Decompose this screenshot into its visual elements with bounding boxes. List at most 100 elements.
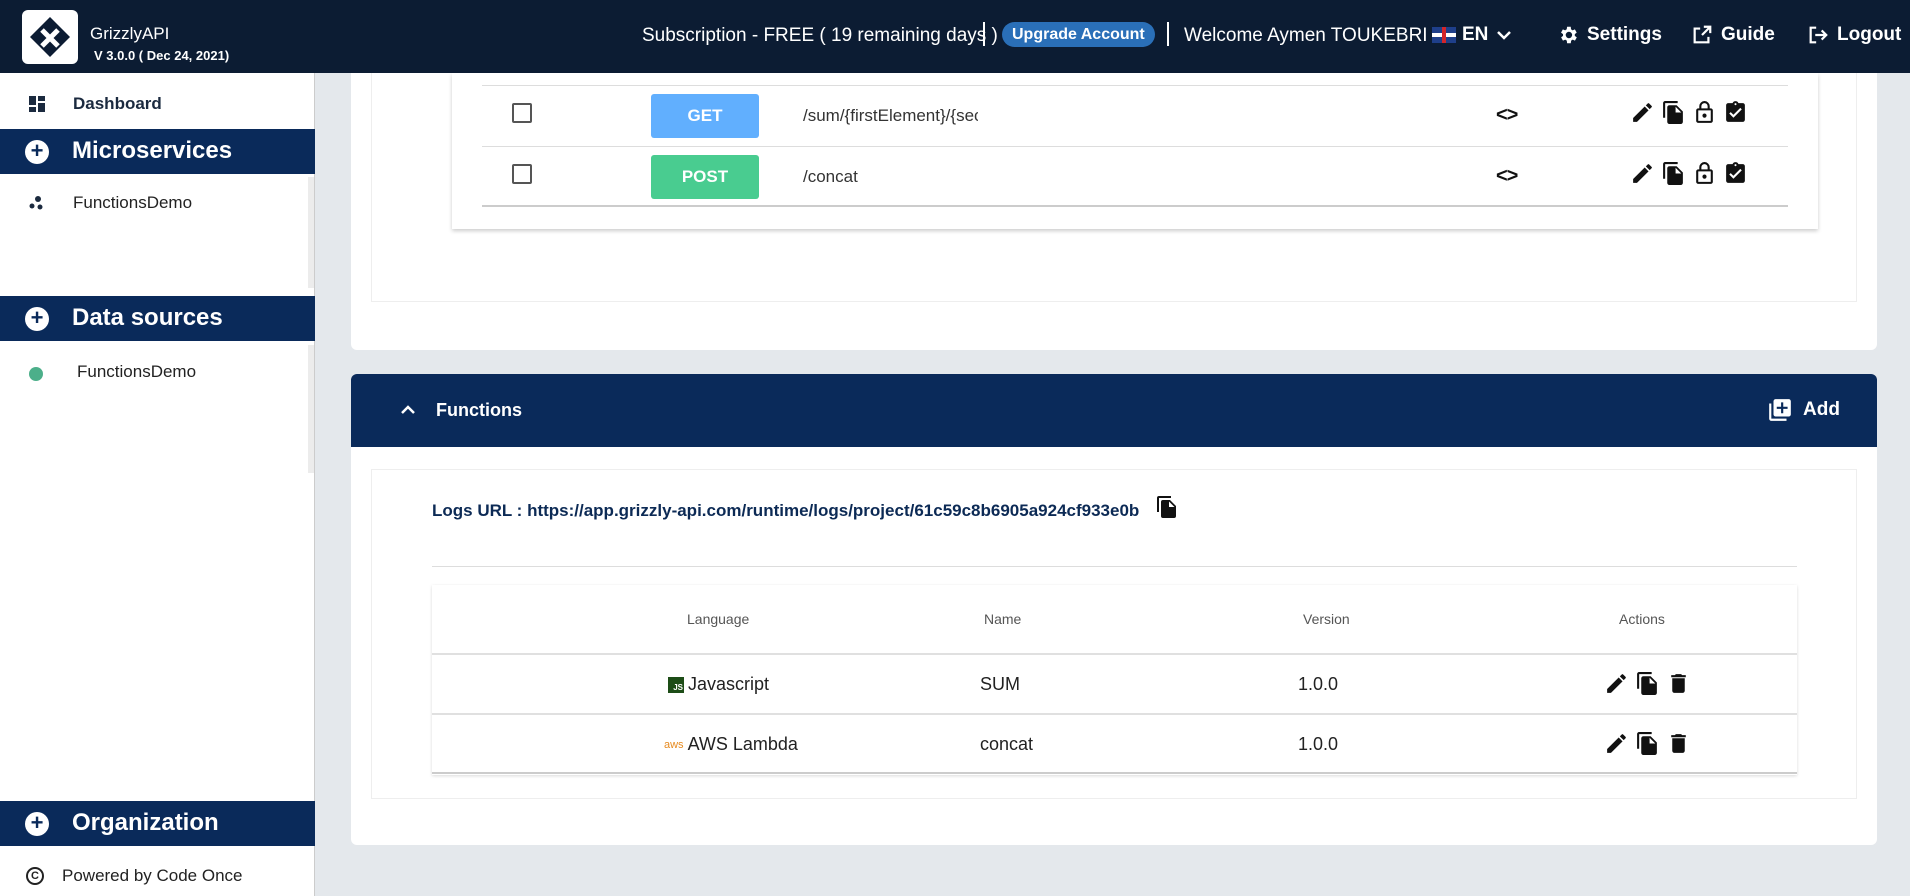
function-name: SUM [980, 674, 1020, 694]
column-header-name[interactable]: Name [984, 611, 1021, 627]
trash-icon[interactable] [1666, 731, 1691, 756]
organization-label: Organization [72, 809, 219, 836]
endpoint-row[interactable]: POST /concat <> [482, 146, 1788, 207]
dashboard-label: Dashboard [73, 94, 162, 113]
language-cell: JS Javascript [668, 674, 769, 695]
code-icon[interactable]: <> [1496, 165, 1518, 188]
lock-icon[interactable] [1692, 161, 1717, 186]
copy-icon[interactable] [1661, 161, 1686, 186]
scrollbar[interactable] [308, 345, 314, 473]
chevron-up-icon[interactable] [399, 401, 417, 419]
copy-icon[interactable] [1155, 495, 1179, 519]
divider [1167, 22, 1169, 46]
clipboard-check-icon[interactable] [1723, 161, 1748, 186]
organization-header[interactable]: + Organization [0, 801, 315, 846]
uk-flag-icon [1432, 27, 1456, 43]
guide-link[interactable]: Guide [1691, 24, 1775, 46]
sidebar-item-microservice[interactable]: FunctionsDemo [0, 188, 315, 218]
functions-panel: Logs URL : https://app.grizzly-api.com/r… [371, 469, 1857, 799]
add-box-icon [1769, 399, 1791, 421]
logs-url[interactable]: Logs URL : https://app.grizzly-api.com/r… [432, 501, 1139, 521]
function-actions [1604, 731, 1691, 756]
functions-header[interactable]: Functions Add [351, 374, 1877, 447]
powered-by: C Powered by Code Once [26, 866, 243, 886]
clipboard-check-icon[interactable] [1723, 100, 1748, 125]
divider [983, 22, 985, 46]
functions-table: Language Name Version Actions JS Javascr… [432, 585, 1797, 775]
add-icon[interactable]: + [25, 307, 49, 331]
functions-card: Logs URL : https://app.grizzly-api.com/r… [351, 447, 1877, 845]
function-name: concat [980, 734, 1034, 754]
upgrade-account-button[interactable]: Upgrade Account [1002, 22, 1155, 47]
row-checkbox[interactable] [512, 103, 532, 123]
copy-icon[interactable] [1635, 731, 1660, 756]
datasource-label: FunctionsDemo [77, 362, 197, 381]
settings-link[interactable]: Settings [1557, 24, 1662, 46]
status-dot-icon [29, 367, 43, 381]
microservices-header[interactable]: + Microservices [0, 129, 315, 174]
endpoint-row[interactable]: GET /sum/{firstElement}/{secondElement} … [482, 85, 1788, 146]
datasources-header[interactable]: + Data sources [0, 296, 315, 341]
language-selector[interactable]: EN [1432, 24, 1514, 46]
copyright-icon: C [26, 867, 44, 885]
language-cell: aws AWS Lambda [664, 734, 798, 755]
external-link-icon [1693, 25, 1712, 44]
scrollbar[interactable] [308, 177, 314, 288]
edit-icon[interactable] [1630, 161, 1655, 186]
endpoints-table: GET /sum/{firstElement}/{secondElement} … [452, 73, 1818, 229]
sidebar-item-datasource[interactable]: FunctionsDemo [0, 357, 315, 387]
settings-label: Settings [1587, 24, 1662, 45]
function-actions [1604, 671, 1691, 696]
add-label: Add [1803, 399, 1840, 420]
endpoints-card: GET /sum/{firstElement}/{secondElement} … [351, 73, 1877, 350]
copy-icon[interactable] [1661, 100, 1686, 125]
microservice-label: FunctionsDemo [73, 193, 193, 212]
powered-by-label: Powered by Code Once [62, 866, 243, 885]
code-icon[interactable]: <> [1496, 104, 1518, 127]
microservices-label: Microservices [72, 137, 233, 164]
row-checkbox[interactable] [512, 164, 532, 184]
grizzly-logo[interactable] [22, 10, 78, 64]
table-row[interactable]: JS Javascript SUM 1.0.0 [432, 653, 1797, 714]
language-label: AWS Lambda [687, 734, 798, 754]
trash-icon[interactable] [1666, 671, 1691, 696]
javascript-icon: JS [668, 676, 684, 693]
divider [432, 566, 1797, 567]
lock-icon[interactable] [1692, 100, 1717, 125]
add-icon[interactable]: + [25, 140, 49, 164]
logout-label: Logout [1837, 24, 1902, 45]
gear-icon [1561, 26, 1577, 44]
language-code: EN [1462, 24, 1489, 45]
app-name: GrizzlyAPI [90, 24, 170, 43]
endpoint-path[interactable]: /sum/{firstElement}/{secondElement} [803, 106, 978, 126]
copy-icon[interactable] [1635, 671, 1660, 696]
guide-label: Guide [1721, 24, 1775, 45]
function-version: 1.0.0 [1298, 734, 1339, 754]
app-version: V 3.0.0 ( Dec 24, 2021) [94, 48, 230, 63]
sidebar-item-dashboard[interactable]: Dashboard [0, 89, 315, 119]
dashboard-icon [29, 96, 45, 112]
column-header-actions: Actions [1619, 611, 1665, 627]
logout-link[interactable]: Logout [1807, 24, 1901, 46]
add-function-button[interactable]: Add [1767, 397, 1840, 423]
microservice-icon [29, 196, 43, 210]
method-badge[interactable]: GET [651, 94, 759, 138]
add-icon[interactable]: + [25, 812, 49, 836]
functions-title: Functions [436, 400, 522, 420]
edit-icon[interactable] [1604, 731, 1629, 756]
column-header-version[interactable]: Version [1303, 611, 1350, 627]
edit-icon[interactable] [1604, 671, 1629, 696]
column-header-language[interactable]: Language [687, 611, 749, 627]
edit-icon[interactable] [1630, 100, 1655, 125]
logout-icon [1809, 26, 1828, 44]
aws-icon: aws [664, 738, 684, 751]
sidebar: Dashboard + Microservices FunctionsDemo … [0, 73, 315, 896]
table-row[interactable]: aws AWS Lambda concat 1.0.0 [432, 713, 1797, 774]
method-badge[interactable]: POST [651, 155, 759, 199]
chevron-down-icon [1497, 31, 1512, 40]
endpoint-path[interactable]: /concat [803, 167, 978, 187]
endpoints-panel: GET /sum/{firstElement}/{secondElement} … [371, 73, 1857, 302]
top-bar: GrizzlyAPI V 3.0.0 ( Dec 24, 2021) Subsc… [0, 0, 1910, 73]
welcome-text: Welcome Aymen TOUKEBRI [1184, 25, 1428, 46]
datasources-label: Data sources [72, 304, 223, 331]
